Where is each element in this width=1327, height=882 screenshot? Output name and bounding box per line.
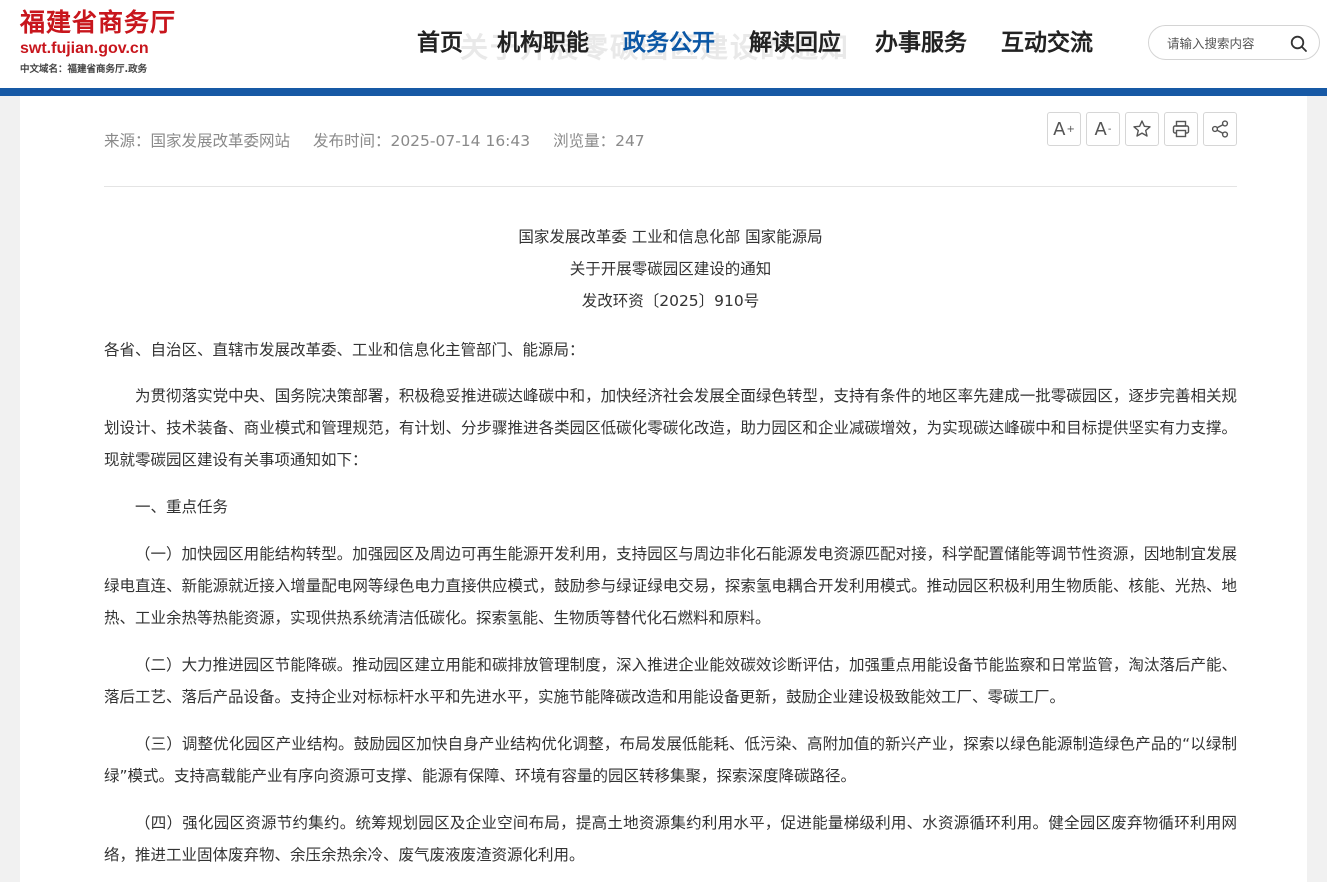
document-paragraph: （一）加快园区用能结构转型。加强园区及周边可再生能源开发利用，支持园区与周边非化… xyxy=(104,545,1237,627)
document-header: 国家发展改革委 工业和信息化部 国家能源局 关于开展零碳园区建设的通知 发改环资… xyxy=(104,221,1237,317)
nav-item-interpretation[interactable]: 解读回应 xyxy=(732,24,858,64)
document-paragraph: 为贯彻落实党中央、国务院决策部署，积极稳妥推进碳达峰碳中和，加快经济社会发展全面… xyxy=(104,387,1237,469)
document-title: 关于开展零碳园区建设的通知 xyxy=(569,260,772,278)
favorite-button[interactable] xyxy=(1125,112,1159,146)
article-meta: 来源：国家发展改革委网站 发布时间：2025-07-14 16:43 浏览量：2… xyxy=(104,129,663,151)
article-publish-time: 发布时间：2025-07-14 16:43 xyxy=(312,132,531,150)
print-button[interactable] xyxy=(1164,112,1198,146)
font-increase-sup: + xyxy=(1066,123,1075,135)
article-container: 来源：国家发展改革委网站 发布时间：2025-07-14 16:43 浏览量：2… xyxy=(20,96,1307,882)
document-paragraph: （二）大力推进园区节能降碳。推动园区建立用能和碳排放管理制度，深入推进企业能效碳… xyxy=(104,656,1237,706)
search-icon[interactable] xyxy=(1289,34,1309,54)
share-button[interactable] xyxy=(1203,112,1237,146)
star-icon xyxy=(1133,120,1151,137)
nav-item-organization[interactable]: 机构职能 xyxy=(480,24,606,64)
share-icon xyxy=(1211,120,1229,138)
font-decrease-button[interactable]: A- xyxy=(1086,112,1120,146)
nav-item-interaction[interactable]: 互动交流 xyxy=(984,24,1110,64)
search-input[interactable] xyxy=(1167,32,1279,54)
article-body: 国家发展改革委 工业和信息化部 国家能源局 关于开展零碳园区建设的通知 发改环资… xyxy=(104,221,1237,871)
document-salutation: 各省、自治区、直辖市发展改革委、工业和信息化主管部门、能源局： xyxy=(104,341,585,359)
site-logo[interactable]: 福建省商务厅 swt.fujian.gov.cn 中文域名：福建省商务厅.政务 xyxy=(20,7,176,78)
document-paragraph: （四）强化园区资源节约集约。统筹规划园区及企业空间布局，提高土地资源集约利用水平… xyxy=(104,814,1237,864)
section-heading: 一、重点任务 xyxy=(135,498,229,516)
logo-domain-cn: 中文域名：福建省商务厅.政务 xyxy=(20,64,148,75)
nav-item-home[interactable]: 首页 xyxy=(400,24,480,64)
header-accent-bar xyxy=(0,88,1327,96)
meta-divider xyxy=(104,186,1237,187)
print-icon xyxy=(1172,120,1190,138)
font-decrease-label: A xyxy=(1094,118,1107,140)
article-source: 来源：国家发展改革委网站 xyxy=(104,132,291,150)
nav-item-government-affairs[interactable]: 政务公开 xyxy=(606,24,732,64)
site-header: 福建省商务厅 swt.fujian.gov.cn 中文域名：福建省商务厅.政务 … xyxy=(0,0,1327,88)
font-increase-button[interactable]: A + xyxy=(1047,112,1081,146)
document-paragraph: （三）调整优化园区产业结构。鼓励园区加快自身产业结构优化调整，布局发展低能耗、低… xyxy=(104,735,1237,785)
main-nav: 首页 机构职能 政务公开 解读回应 办事服务 互动交流 xyxy=(400,24,1110,64)
document-number: 发改环资〔2025〕910号 xyxy=(581,292,760,310)
font-increase-label: A xyxy=(1053,118,1066,140)
article-toolbar: A + A- xyxy=(1047,112,1242,146)
logo-domain-en: swt.fujian.gov.cn xyxy=(20,40,149,57)
nav-item-services[interactable]: 办事服务 xyxy=(858,24,984,64)
logo-name: 福建省商务厅 xyxy=(20,8,177,37)
search-box xyxy=(1148,25,1320,60)
font-decrease-sup: - xyxy=(1107,123,1112,135)
document-issuer: 国家发展改革委 工业和信息化部 国家能源局 xyxy=(518,228,823,246)
article-views: 浏览量：247 xyxy=(553,132,645,150)
